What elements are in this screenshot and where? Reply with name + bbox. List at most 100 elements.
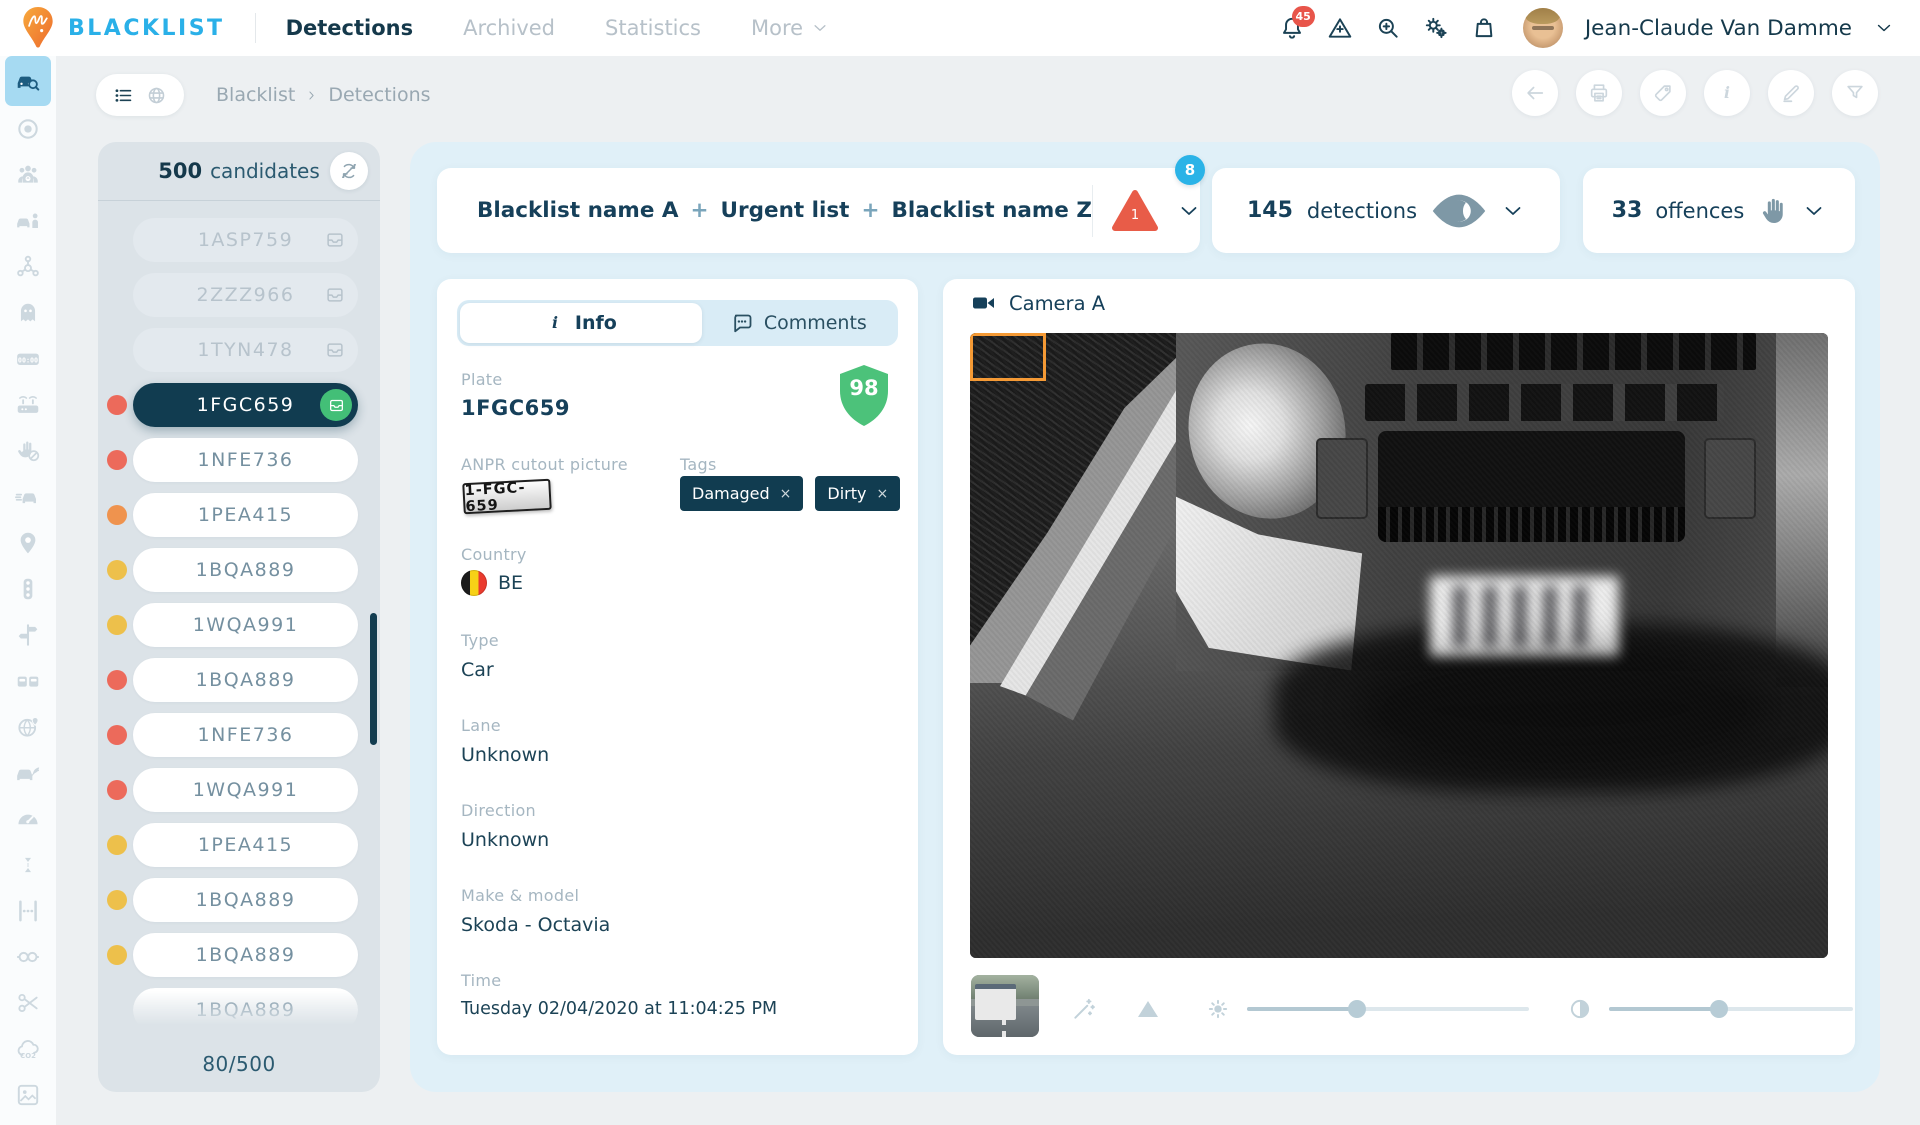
- breadcrumb: Blacklist Detections: [216, 74, 431, 116]
- rail-item-hand-block[interactable]: [5, 428, 51, 474]
- offences-dropdown[interactable]: 33 offences: [1583, 168, 1855, 253]
- rail-item-vehicle-person[interactable]: [5, 198, 51, 244]
- list-view-icon[interactable]: [113, 85, 134, 106]
- edit-icon: [1780, 82, 1802, 104]
- breadcrumb-detections[interactable]: Detections: [328, 84, 430, 106]
- detections-dropdown[interactable]: 145 detections: [1212, 168, 1560, 253]
- chevron-down-icon[interactable]: [1501, 199, 1525, 223]
- tab-comments[interactable]: Comments: [702, 303, 895, 343]
- candidate-row[interactable]: 1BQA889: [133, 988, 358, 1032]
- nav-item-detections[interactable]: Detections: [286, 16, 414, 40]
- rail-item-vehicle-speed[interactable]: [5, 474, 51, 520]
- candidate-row[interactable]: 1ASP759: [133, 218, 358, 262]
- rail-item-drivers[interactable]: [5, 152, 51, 198]
- joiner: +: [691, 198, 709, 223]
- rail-item-router[interactable]: [5, 382, 51, 428]
- rail-item-overtaking[interactable]: [5, 658, 51, 704]
- user-menu-chevron-icon[interactable]: [1874, 18, 1894, 38]
- filter-button[interactable]: [1832, 70, 1878, 116]
- blacklist-app: BLACKLIST Detections Archived Statistics…: [0, 0, 1920, 1125]
- user-name[interactable]: Jean-Claude Van Damme: [1585, 16, 1852, 41]
- chevron-down-icon[interactable]: [1177, 199, 1201, 223]
- nav-item-archived[interactable]: Archived: [463, 16, 555, 40]
- candidate-row[interactable]: 1BQA889: [133, 658, 358, 702]
- tag-button[interactable]: [1640, 70, 1686, 116]
- priority-dot: [107, 835, 127, 855]
- rail-item-snapshot[interactable]: [5, 1072, 51, 1118]
- remove-tag-icon[interactable]: ×: [780, 486, 792, 502]
- image-controls: [1071, 991, 1853, 1027]
- candidate-row[interactable]: 1BQA889: [133, 548, 358, 592]
- rail-item-vehicle-search[interactable]: [5, 56, 51, 106]
- rail-item-scissors[interactable]: [5, 980, 51, 1026]
- nav-item-statistics[interactable]: Statistics: [605, 16, 701, 40]
- nav-item-more[interactable]: More: [751, 16, 829, 40]
- candidate-plate: 1BQA889: [133, 658, 358, 702]
- rail-item-time-check[interactable]: 00:00: [5, 336, 51, 382]
- rail-item-signpost[interactable]: [5, 612, 51, 658]
- rail-item-goggles[interactable]: [5, 934, 51, 980]
- warning-triangle-add-icon[interactable]: [1327, 15, 1353, 41]
- tag-chip[interactable]: Damaged ×: [680, 476, 803, 511]
- zoom-in-icon[interactable]: [1375, 15, 1401, 41]
- rail-item-traffic-light[interactable]: [5, 566, 51, 612]
- candidate-row[interactable]: 1FGC659: [133, 383, 358, 427]
- contrast-slider[interactable]: [1609, 1007, 1853, 1011]
- candidate-row[interactable]: 1WQA991: [133, 603, 358, 647]
- sync-disabled-icon: [339, 161, 359, 181]
- map-view-icon[interactable]: [146, 85, 167, 106]
- camera-header: Camera A: [970, 291, 1105, 315]
- rail-item-location-pin[interactable]: [5, 520, 51, 566]
- candidate-row[interactable]: 1BQA889: [133, 878, 358, 922]
- candidate-row[interactable]: 1TYN478: [133, 328, 358, 372]
- brightness-slider[interactable]: [1247, 1007, 1529, 1011]
- candidate-row[interactable]: 2ZZZ966: [133, 273, 358, 317]
- blacklists-dropdown[interactable]: Blacklist name A + Urgent list + Blackli…: [437, 168, 1200, 253]
- eco-vehicle-icon: [15, 760, 41, 786]
- back-icon: [1524, 82, 1546, 104]
- shopping-bag-icon[interactable]: [1471, 15, 1497, 41]
- rail-item-target[interactable]: [5, 106, 51, 152]
- user-avatar[interactable]: [1523, 8, 1563, 48]
- sync-disabled-button[interactable]: [330, 152, 368, 190]
- contrast-icon: [1567, 996, 1593, 1022]
- candidate-row[interactable]: 1NFE736: [133, 713, 358, 757]
- candidate-row[interactable]: 1PEA415: [133, 493, 358, 537]
- back-button[interactable]: [1512, 70, 1558, 116]
- print-button[interactable]: [1576, 70, 1622, 116]
- rail-item-co2-cloud[interactable]: CO2: [5, 1026, 51, 1072]
- notifications-bell-icon[interactable]: 45: [1279, 15, 1305, 41]
- candidate-row[interactable]: 1WQA991: [133, 768, 358, 812]
- brightness-slider-knob[interactable]: [1348, 1000, 1366, 1018]
- rail-item-road-width[interactable]: [5, 888, 51, 934]
- archive-tray-button[interactable]: [320, 389, 352, 421]
- edit-button[interactable]: [1768, 70, 1814, 116]
- info-button[interactable]: i: [1704, 70, 1750, 116]
- sharpen-triangle-icon[interactable]: [1137, 999, 1159, 1019]
- rail-item-distance[interactable]: [5, 842, 51, 888]
- remove-tag-icon[interactable]: ×: [877, 486, 889, 502]
- rail-item-speedometer[interactable]: [5, 796, 51, 842]
- contrast-slider-knob[interactable]: [1710, 1000, 1728, 1018]
- breadcrumb-blacklist[interactable]: Blacklist: [216, 84, 295, 106]
- drivers-icon: [15, 162, 41, 188]
- tag-chip[interactable]: Dirty ×: [815, 476, 900, 511]
- context-thumbnail[interactable]: [971, 975, 1039, 1037]
- rail-item-map-globe[interactable]: [5, 704, 51, 750]
- candidate-row[interactable]: 1BQA889: [133, 933, 358, 977]
- candidates-scrollbar[interactable]: [370, 613, 377, 745]
- candidates-divider: [98, 200, 380, 201]
- priority-dot: [107, 1000, 127, 1020]
- blacklist-name: Blacklist name Z: [891, 198, 1091, 223]
- rail-item-ghost[interactable]: [5, 290, 51, 336]
- detection-photo[interactable]: [970, 333, 1828, 958]
- auto-enhance-wand-icon[interactable]: [1071, 996, 1097, 1022]
- tab-info[interactable]: i Info: [460, 303, 702, 343]
- rail-item-eco-vehicle[interactable]: [5, 750, 51, 796]
- rail-item-biohazard[interactable]: [5, 244, 51, 290]
- settings-gears-icon[interactable]: [1423, 15, 1449, 41]
- svg-text:00:00: 00:00: [18, 356, 38, 364]
- chevron-down-icon[interactable]: [1802, 199, 1826, 223]
- candidate-row[interactable]: 1PEA415: [133, 823, 358, 867]
- candidate-row[interactable]: 1NFE736: [133, 438, 358, 482]
